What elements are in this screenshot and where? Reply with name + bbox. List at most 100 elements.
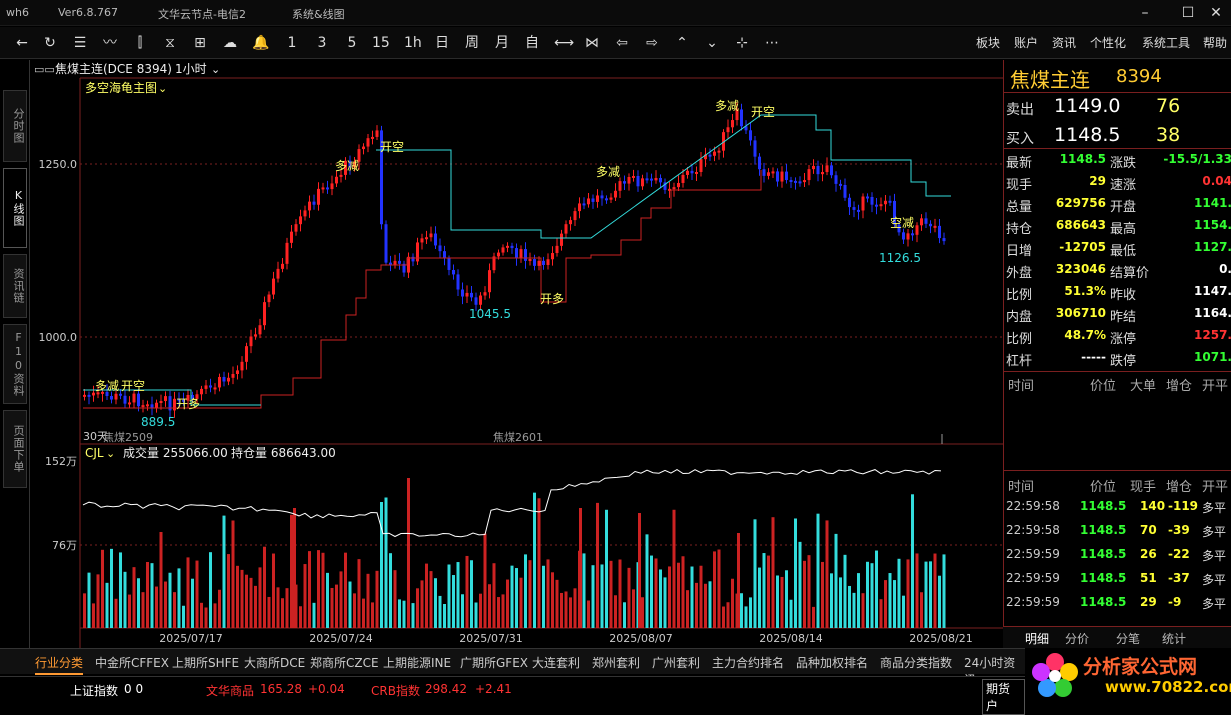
candle <box>857 209 860 212</box>
period-5[interactable]: 5 <box>344 33 360 53</box>
expand-icon[interactable]: ⋈ <box>584 33 600 53</box>
bottom-tab[interactable]: 上期所SHFE <box>172 654 239 671</box>
period-week[interactable]: 周 <box>464 33 480 53</box>
close-button[interactable]: ✕ <box>1201 2 1231 24</box>
tab-f10[interactable]: F10资料 <box>3 324 27 404</box>
grid-icon[interactable]: ⊞ <box>192 33 208 53</box>
tab-stats[interactable]: 统计 <box>1162 630 1186 647</box>
volume-bar <box>293 508 296 628</box>
candle <box>560 233 563 246</box>
maximize-button[interactable]: ☐ <box>1173 2 1203 24</box>
list-icon[interactable]: ☰ <box>72 33 88 53</box>
candle <box>465 292 469 297</box>
kline-chart[interactable]: ▭▭ 焦煤主连(DCE 8394) 1小时 ⌄ 多空海龟主图 ⌄ 1250.0 … <box>31 60 1003 648</box>
period-month[interactable]: 月 <box>494 33 510 53</box>
period-3[interactable]: 3 <box>314 33 330 53</box>
volume-bar <box>402 600 406 628</box>
tab-kline[interactable]: K线图 <box>3 168 27 248</box>
cloud-icon[interactable]: ☁ <box>222 33 238 53</box>
indicator-dropdown-icon[interactable]: ⌄ <box>158 82 167 95</box>
more-icon[interactable]: ⋯ <box>764 33 780 53</box>
volume-bar <box>222 515 226 628</box>
chart-canvas[interactable]: ▭▭ 焦煤主连(DCE 8394) 1小时 ⌄ 多空海龟主图 ⌄ 1250.0 … <box>31 60 1003 648</box>
main-indicator-name[interactable]: 多空海龟主图 <box>85 80 157 95</box>
period-1h[interactable]: 1h <box>404 33 422 53</box>
futures-account-button[interactable]: 期货户 <box>982 679 1025 715</box>
bottom-tab[interactable]: 郑州套利 <box>592 654 640 671</box>
right-icon[interactable]: ⇨ <box>644 33 660 53</box>
candle <box>236 370 239 374</box>
vol-dropdown-icon[interactable]: ⌄ <box>106 447 115 460</box>
line-chart-icon[interactable]: 〰 <box>102 33 118 53</box>
candle <box>641 178 644 187</box>
candle <box>609 197 613 200</box>
ask-volume: 76 <box>1156 95 1181 117</box>
system-menu[interactable]: 系统&线图 <box>292 6 345 22</box>
down-icon[interactable]: ⌄ <box>704 33 720 53</box>
bottom-tab[interactable]: 上期能源INE <box>383 654 451 671</box>
tab-intraday[interactable]: 分时图 <box>3 90 27 162</box>
candle <box>312 201 316 205</box>
shrink-icon[interactable]: ⟷ <box>554 33 574 53</box>
candle <box>510 245 514 249</box>
low-label: 1045.5 <box>469 307 511 321</box>
candle <box>240 361 244 371</box>
candle <box>632 175 635 178</box>
menu-news[interactable]: 资讯 <box>1052 33 1076 53</box>
back-arrow-icon[interactable]: ← <box>14 33 30 53</box>
quote-label: 现手 <box>1006 178 1033 193</box>
up-icon[interactable]: ⌃ <box>674 33 690 53</box>
chart-menu-icon[interactable]: ▭▭ <box>34 63 55 76</box>
volume-bar <box>483 533 487 628</box>
candle <box>938 225 941 239</box>
chart-period[interactable]: 1小时 <box>175 62 207 76</box>
period-day[interactable]: 日 <box>434 33 450 53</box>
period-dropdown-icon[interactable]: ⌄ <box>211 63 220 76</box>
period-custom[interactable]: 自 <box>524 33 540 53</box>
menu-account[interactable]: 账户 <box>1014 33 1038 53</box>
bottom-tab[interactable]: 主力合约排名 <box>712 654 784 671</box>
quote-label: 比例 <box>1006 332 1033 347</box>
refresh-icon[interactable]: ↻ <box>42 33 58 53</box>
bottom-tab[interactable]: 品种加权排名 <box>796 654 868 671</box>
bottom-tab[interactable]: 郑商所CZCE <box>310 654 379 671</box>
menu-bankuai[interactable]: 板块 <box>976 33 1000 53</box>
tab-order[interactable]: 页面下单 <box>3 410 27 488</box>
detail-tabs: 明细 分价 分笔 统计 <box>1003 626 1231 648</box>
minimize-button[interactable]: – <box>1130 2 1160 24</box>
volume-bar <box>249 577 253 628</box>
tab-tick-split[interactable]: 分笔 <box>1116 630 1140 647</box>
menu-help[interactable]: 帮助 <box>1203 33 1227 53</box>
period-1[interactable]: 1 <box>284 33 300 53</box>
bottom-tab[interactable]: 广期所GFEX <box>460 654 528 671</box>
volume-bar <box>911 494 914 628</box>
menu-personalize[interactable]: 个性化 <box>1090 33 1126 53</box>
bell-icon[interactable]: 🔔 <box>252 33 269 53</box>
volume-bar <box>209 552 212 628</box>
quote-row: 持仓 686643 最高 1154. <box>1004 215 1231 237</box>
tab-price-split[interactable]: 分价 <box>1065 630 1089 647</box>
bottom-tab[interactable]: 行业分类 <box>35 654 84 675</box>
volume-bar <box>236 565 239 628</box>
volume-bar <box>708 581 712 628</box>
period-15[interactable]: 15 <box>372 33 390 53</box>
candle-icon[interactable]: ⫿ <box>132 33 148 53</box>
bottom-tab[interactable]: 中金所CFFEX <box>95 654 169 671</box>
bottom-tab[interactable]: 广州套利 <box>652 654 700 671</box>
tab-detail[interactable]: 明细 <box>1025 630 1049 647</box>
vol-indicator-name[interactable]: CJL <box>85 446 104 460</box>
bottom-tab[interactable]: 大连套利 <box>532 654 580 671</box>
cross-icon[interactable]: ⊹ <box>734 33 750 53</box>
menu-system-tools[interactable]: 系统工具 <box>1142 33 1190 53</box>
tick-p: 1148.5 <box>1080 547 1127 561</box>
volume-bar <box>672 509 676 628</box>
bottom-tab[interactable]: 商品分类指数 <box>880 654 952 671</box>
bottom-tab[interactable]: 大商所DCE <box>244 654 305 671</box>
left-icon[interactable]: ⇦ <box>614 33 630 53</box>
vol-axis-76: 76万 <box>52 539 77 552</box>
tab-news-chain[interactable]: 资讯链 <box>3 254 27 318</box>
candle <box>569 220 572 225</box>
candle <box>749 130 752 141</box>
tick-icon[interactable]: ⧖ <box>162 33 178 53</box>
candle <box>326 187 329 190</box>
